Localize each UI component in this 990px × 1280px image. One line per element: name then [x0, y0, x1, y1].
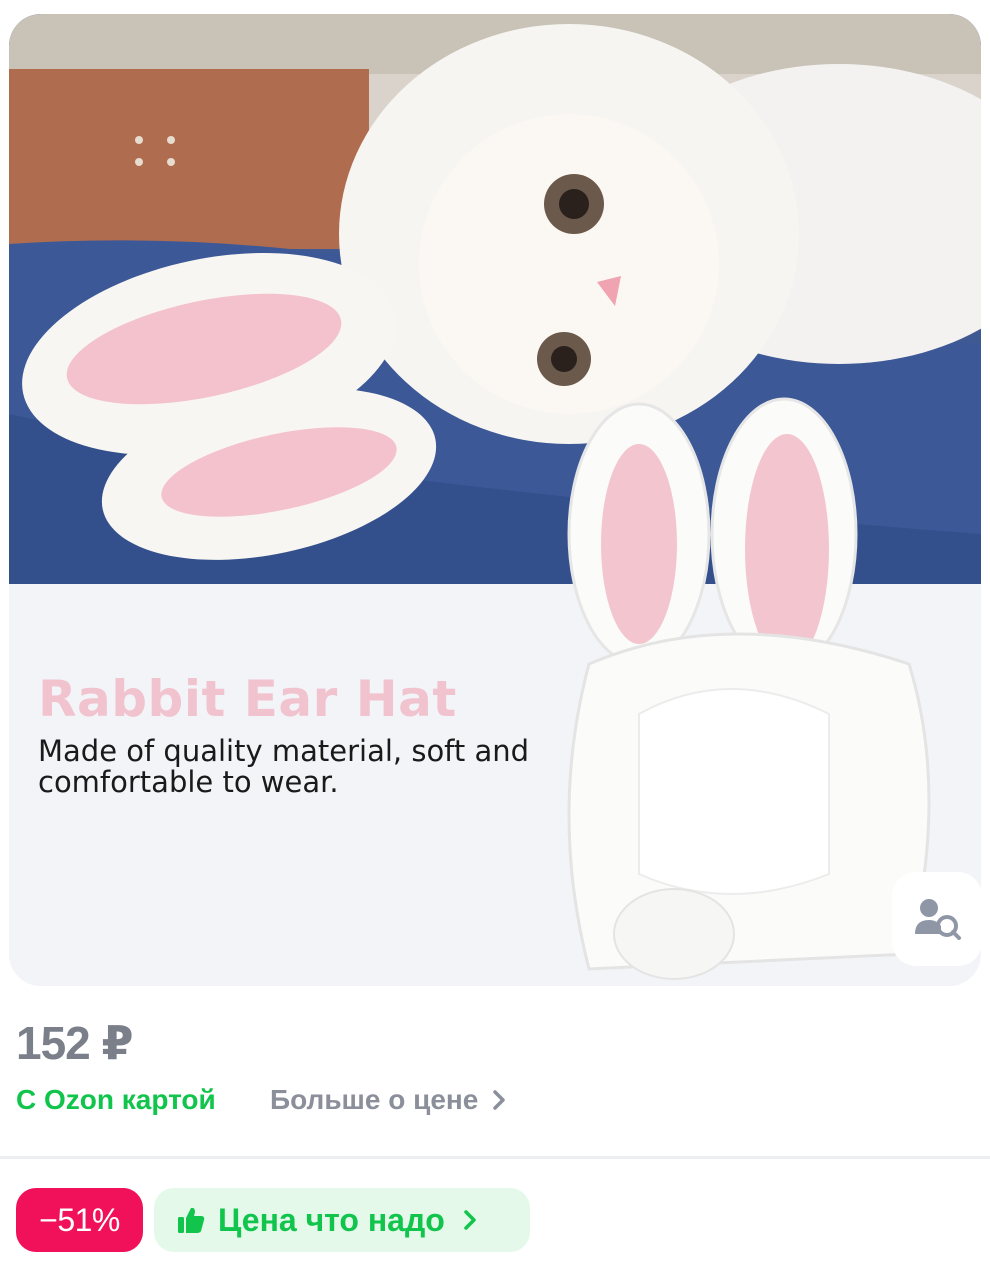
good-price-badge[interactable]: Цена что надо [154, 1188, 530, 1252]
discount-value: −51% [39, 1201, 120, 1238]
image-search-button[interactable] [892, 872, 981, 966]
good-price-label: Цена что надо [218, 1201, 445, 1238]
promo-description: Made of quality material, soft and comfo… [38, 734, 530, 799]
ozon-card-label: С Ozon картой [16, 1084, 216, 1115]
product-hat-image [567, 397, 931, 980]
more-about-price-link[interactable]: Больше о цене [270, 1084, 506, 1116]
product-price: 152 ₽ [16, 1017, 134, 1069]
discount-badge: −51% [16, 1188, 143, 1252]
chevron-right-icon [464, 1210, 476, 1230]
section-divider [0, 1156, 990, 1159]
chevron-right-icon [493, 1090, 506, 1110]
more-about-price-label: Больше о цене [270, 1084, 479, 1115]
image-search-icon [915, 899, 961, 940]
product-image-card[interactable] [9, 14, 981, 986]
promo-title: Rabbit Ear Hat [38, 670, 457, 728]
thumbs-up-icon [178, 1207, 205, 1233]
